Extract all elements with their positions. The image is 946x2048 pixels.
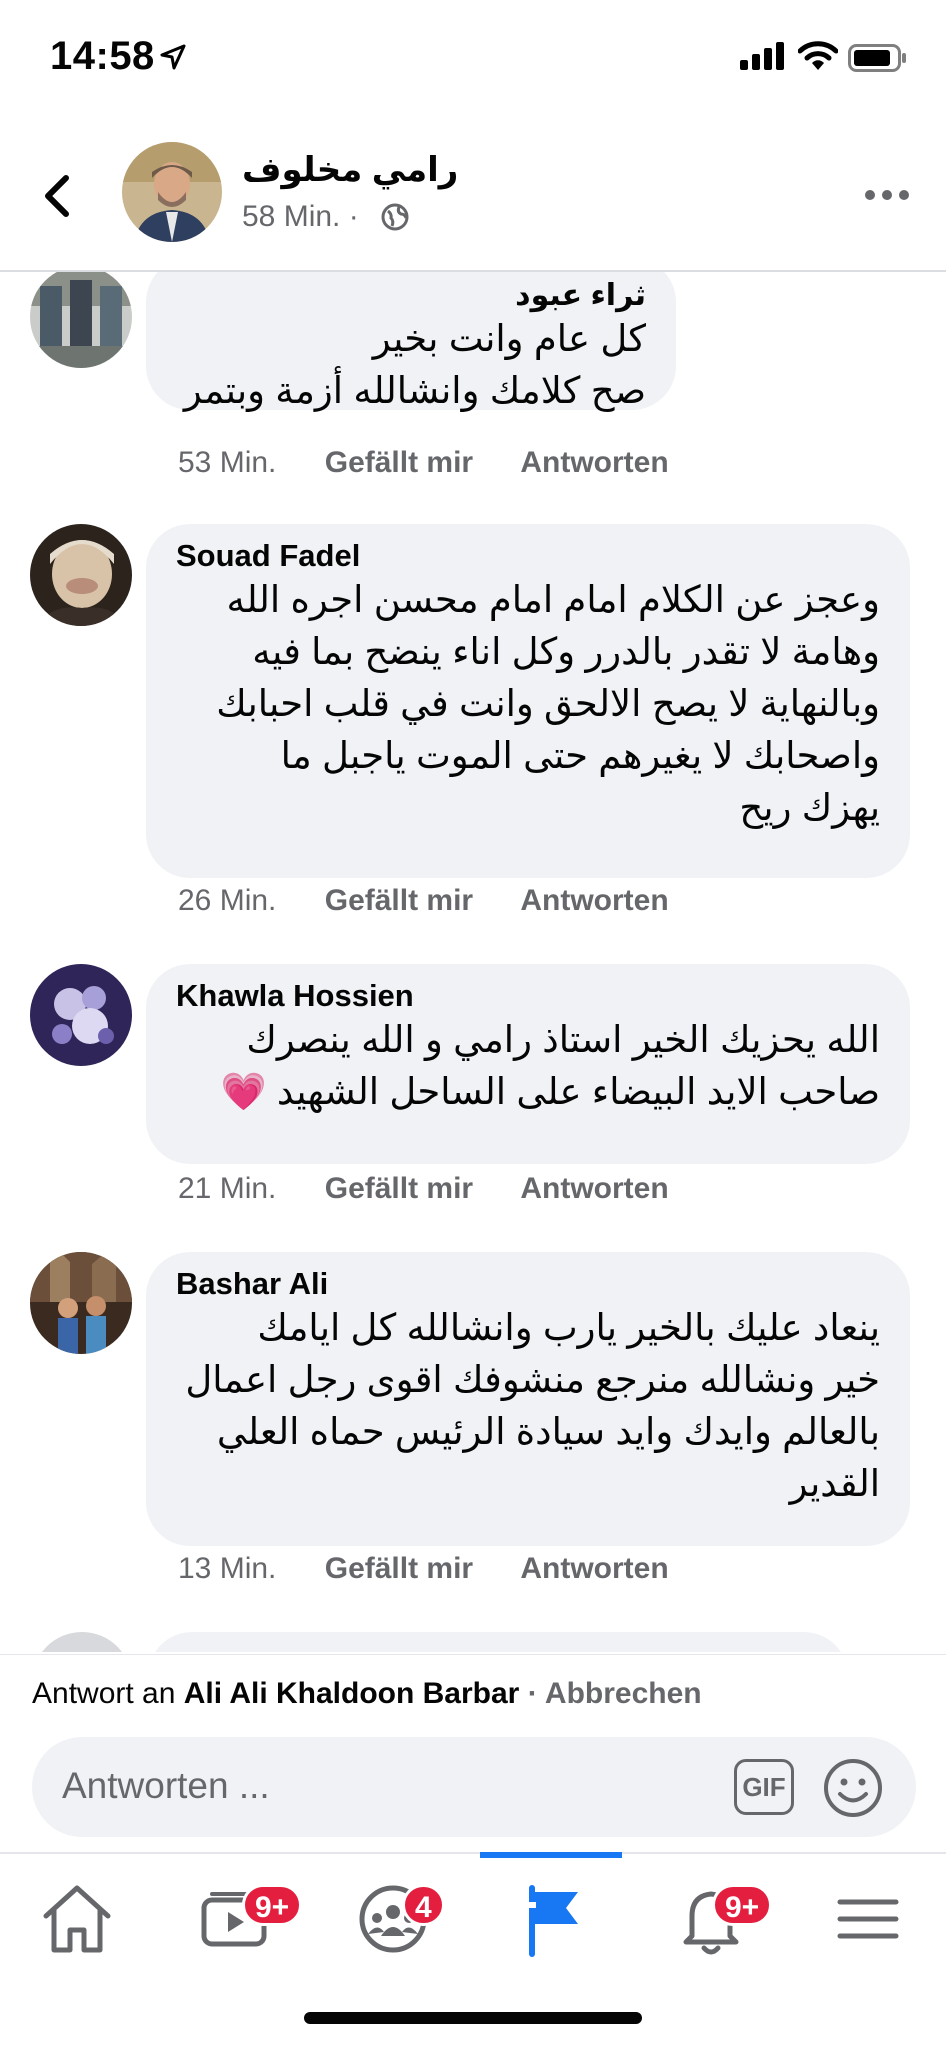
comment-bubble[interactable]: Souad Fadel وعجز عن الكلام امام امام محس… — [146, 524, 910, 878]
reply-composer: Antwort an Ali Ali Khaldoon Barbar · Abb… — [0, 1654, 946, 1854]
bottom-tab-bar: 9+ 4 9+ — [0, 1852, 946, 2048]
like-button[interactable]: Gefällt mir — [325, 446, 473, 479]
comment-meta: 13 Min. Gefällt mir Antworten — [178, 1552, 709, 1586]
status-time: 14:58 — [50, 34, 155, 78]
reply-button[interactable]: Antworten — [520, 1552, 668, 1585]
reply-button[interactable]: Antworten — [520, 1172, 668, 1205]
profile-avatar[interactable] — [122, 142, 222, 242]
back-arrow-icon[interactable] — [36, 168, 86, 224]
wifi-icon — [798, 41, 838, 70]
comment-author[interactable]: ثراء عبود — [176, 278, 646, 313]
reply-input[interactable]: Antworten ... GIF — [32, 1737, 916, 1837]
comment-bubble[interactable]: Khawla Hossien الله يحزيك الخير استاذ را… — [146, 964, 910, 1164]
comment-author[interactable]: Khawla Hossien — [176, 978, 880, 1014]
cellular-signal-icon — [740, 42, 784, 70]
more-options-icon[interactable] — [862, 180, 912, 210]
active-tab-indicator — [480, 1852, 622, 1858]
reply-placeholder: Antworten ... — [62, 1765, 270, 1806]
comment-text: ينعاد عليك بالخير يارب وانشالله كل ايامك… — [185, 1307, 880, 1504]
tab-pages[interactable] — [506, 1874, 596, 1964]
reply-context: Antwort an Ali Ali Khaldoon Barbar · Abb… — [32, 1677, 702, 1711]
commenter-avatar[interactable] — [30, 964, 132, 1066]
reply-target-name: Ali Ali Khaldoon Barbar — [183, 1677, 520, 1710]
tab-menu[interactable] — [824, 1874, 914, 1964]
like-button[interactable]: Gefällt mir — [325, 1552, 473, 1585]
home-icon — [43, 1885, 111, 1953]
cancel-reply-button[interactable]: · Abbrechen — [528, 1677, 702, 1710]
home-indicator — [304, 2012, 642, 2024]
profile-name[interactable]: رامي مخلوف — [242, 150, 458, 190]
commenter-avatar[interactable] — [30, 1252, 132, 1354]
reply-button[interactable]: Antworten — [520, 446, 668, 479]
commenter-avatar[interactable] — [30, 524, 132, 626]
flag-icon — [528, 1885, 578, 1957]
comment-time: 26 Min. — [178, 884, 277, 917]
comment-author[interactable]: Bashar Ali — [176, 1266, 880, 1302]
comments-list: ثراء عبود كل عام وانت بخير صح كلامك وانش… — [0, 272, 946, 1652]
notifications-badge: 9+ — [712, 1884, 773, 1926]
menu-icon — [837, 1899, 899, 1939]
tab-home[interactable] — [32, 1874, 122, 1964]
comment-text: وعجز عن الكلام امام امام محسن اجره الله … — [216, 579, 880, 828]
comment-time: 21 Min. — [178, 1172, 277, 1205]
post-timestamp: 58 Min. · — [242, 200, 359, 233]
comment-meta: 53 Min. Gefällt mir Antworten — [178, 446, 709, 480]
comment-bubble[interactable]: Bashar Ali ينعاد عليك بالخير يارب وانشال… — [146, 1252, 910, 1546]
tab-groups[interactable]: 4 — [348, 1874, 445, 1964]
comment-bubble[interactable] — [148, 1632, 848, 1652]
like-button[interactable]: Gefällt mir — [325, 884, 473, 917]
groups-badge: 4 — [402, 1884, 445, 1926]
post-header: رامي مخلوف 58 Min. · — [0, 120, 946, 272]
comment-meta: 26 Min. Gefällt mir Antworten — [178, 884, 709, 918]
status-bar: 14:58 — [0, 0, 946, 120]
tab-watch[interactable]: 9+ — [190, 1874, 303, 1964]
comment-bubble[interactable]: ثراء عبود كل عام وانت بخير صح كلامك وانش… — [146, 272, 676, 411]
comment-text: كل عام وانت بخير صح كلامك وانشالله أزمة … — [183, 318, 646, 411]
emoji-icon[interactable] — [822, 1757, 884, 1819]
reply-prefix: Antwort an — [32, 1677, 176, 1710]
tab-notifications[interactable]: 9+ — [666, 1874, 773, 1964]
watch-badge: 9+ — [242, 1884, 303, 1926]
gif-button[interactable]: GIF — [734, 1759, 794, 1815]
location-arrow-icon — [160, 44, 186, 70]
commenter-avatar[interactable] — [30, 272, 132, 368]
comment-time: 53 Min. — [178, 446, 277, 479]
battery-icon — [848, 44, 906, 72]
reply-button[interactable]: Antworten — [520, 884, 668, 917]
comment-time: 13 Min. — [178, 1552, 277, 1585]
comment-meta: 21 Min. Gefällt mir Antworten — [178, 1172, 709, 1206]
like-button[interactable]: Gefällt mir — [325, 1172, 473, 1205]
comment-author[interactable]: Souad Fadel — [176, 538, 880, 574]
globe-icon — [381, 203, 409, 231]
commenter-avatar[interactable] — [32, 1632, 132, 1652]
comment-text: الله يحزيك الخير استاذ رامي و الله ينصرك… — [220, 1019, 880, 1112]
